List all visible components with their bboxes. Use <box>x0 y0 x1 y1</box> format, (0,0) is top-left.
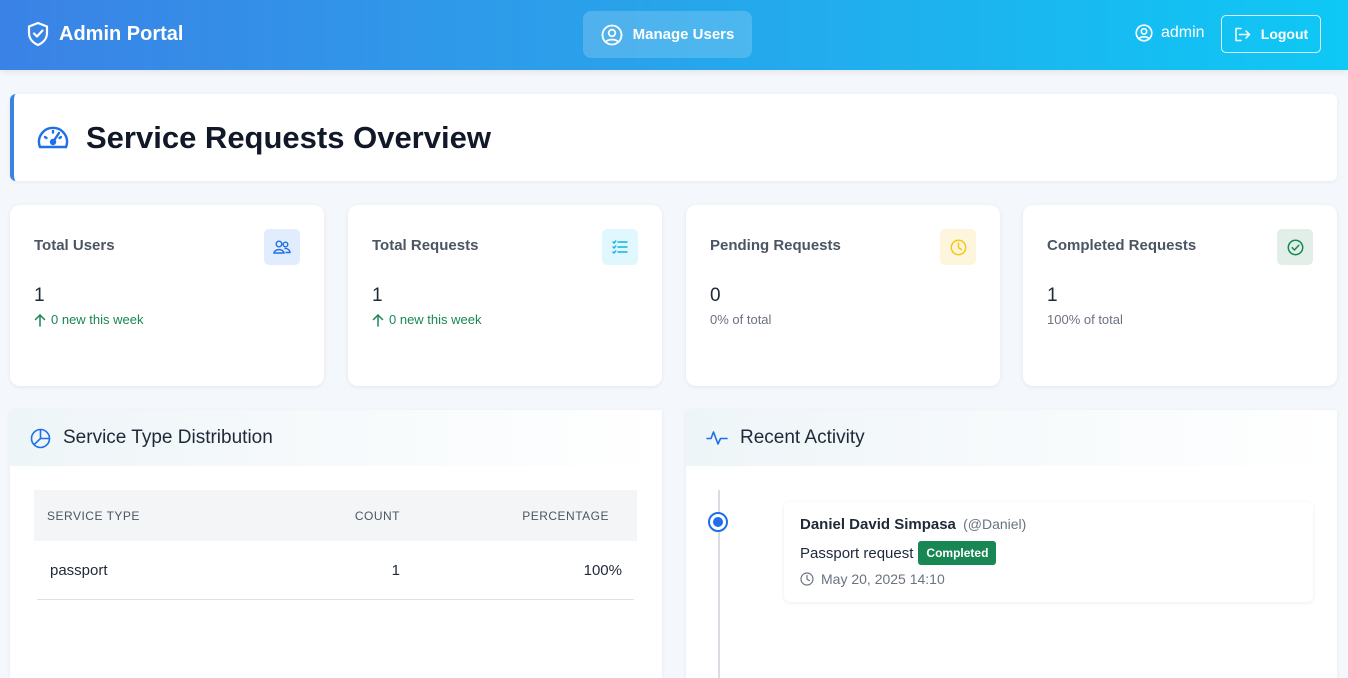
stat-percentage: 0% of total <box>710 312 772 327</box>
stat-card-pending-requests: Pending Requests 0 0% of total <box>686 205 1000 386</box>
stat-card-total-requests: Total Requests 1 0 new this week <box>348 205 662 386</box>
service-distribution-panel: Service Type Distribution SERVICE TYPE C… <box>10 410 662 678</box>
recent-activity-panel: Recent Activity Daniel David Simpasa (@D… <box>686 410 1337 678</box>
timeline-marker <box>708 512 728 532</box>
stat-value: 1 <box>1047 285 1058 306</box>
manage-users-label: Manage Users <box>632 26 735 43</box>
stat-value: 0 <box>710 285 721 306</box>
manage-users-button[interactable]: Manage Users <box>583 11 752 58</box>
user-menu[interactable]: admin <box>1135 24 1205 42</box>
page-header: Service Requests Overview <box>10 94 1337 181</box>
stat-trend: 0 new this week <box>372 312 482 327</box>
stat-trend-text: 0 new this week <box>389 312 482 327</box>
cell-count: 1 <box>391 561 400 579</box>
speedometer-icon <box>37 126 69 148</box>
table-header: SERVICE TYPE COUNT PERCENTAGE <box>34 490 637 541</box>
stat-value: 1 <box>372 285 383 306</box>
arrow-up-icon <box>34 313 46 327</box>
logout-label: Logout <box>1260 26 1309 42</box>
panel-title: Recent Activity <box>740 427 865 448</box>
activity-item[interactable]: Daniel David Simpasa (@Daniel) Passport … <box>784 502 1313 602</box>
panel-header: Service Type Distribution <box>10 410 662 466</box>
stat-percentage: 100% of total <box>1047 312 1123 327</box>
page-title: Service Requests Overview <box>86 119 491 155</box>
stat-card-completed-requests: Completed Requests 1 100% of total <box>1023 205 1337 386</box>
stat-value: 1 <box>34 285 45 306</box>
column-header-service-type[interactable]: SERVICE TYPE <box>34 509 254 523</box>
stat-label: Total Users <box>34 237 115 254</box>
status-badge: Completed <box>918 541 997 565</box>
panel-header: Recent Activity <box>686 410 1337 466</box>
list-check-icon <box>602 229 638 265</box>
brand-name: Admin Portal <box>59 22 184 45</box>
activity-time-row: May 20, 2025 14:10 <box>800 571 1297 587</box>
user-circle-icon <box>601 24 623 45</box>
activity-timestamp: May 20, 2025 14:10 <box>821 571 945 587</box>
activity-user-name: Daniel David Simpasa <box>800 516 956 533</box>
column-header-percentage[interactable]: PERCENTAGE <box>400 509 622 523</box>
logout-icon <box>1235 27 1251 41</box>
stat-label: Pending Requests <box>710 237 841 254</box>
clock-icon <box>940 229 976 265</box>
activity-description: Passport request <box>800 544 914 562</box>
users-icon <box>264 229 300 265</box>
activity-pulse-icon <box>706 431 728 445</box>
top-navbar: Admin Portal Manage Users admin Logout <box>0 0 1348 70</box>
shield-check-icon <box>27 21 49 47</box>
stat-trend: 0 new this week <box>34 312 144 327</box>
column-header-count[interactable]: COUNT <box>254 509 400 523</box>
check-circle-icon <box>1277 229 1313 265</box>
activity-user-handle: (@Daniel) <box>963 516 1027 532</box>
brand[interactable]: Admin Portal <box>26 21 183 47</box>
logout-button[interactable]: Logout <box>1221 15 1321 53</box>
user-circle-icon <box>1135 24 1153 42</box>
distribution-table: SERVICE TYPE COUNT PERCENTAGE passport 1… <box>34 490 637 600</box>
arrow-up-icon <box>372 313 384 327</box>
username-label: admin <box>1161 24 1205 41</box>
activity-user: Daniel David Simpasa (@Daniel) <box>800 516 1297 533</box>
stat-label: Completed Requests <box>1047 237 1197 254</box>
activity-description-row: Passport request Completed <box>800 541 1297 565</box>
table-row: passport 1 100% <box>37 541 634 600</box>
stat-trend-text: 0 new this week <box>51 312 144 327</box>
clock-icon <box>800 572 814 586</box>
stat-card-total-users: Total Users 1 0 new this week <box>10 205 324 386</box>
panel-title: Service Type Distribution <box>63 427 273 448</box>
cell-percentage: 100% <box>583 561 622 579</box>
pie-chart-icon <box>30 428 51 448</box>
cell-service-type: passport <box>50 561 108 579</box>
stat-label: Total Requests <box>372 237 479 254</box>
